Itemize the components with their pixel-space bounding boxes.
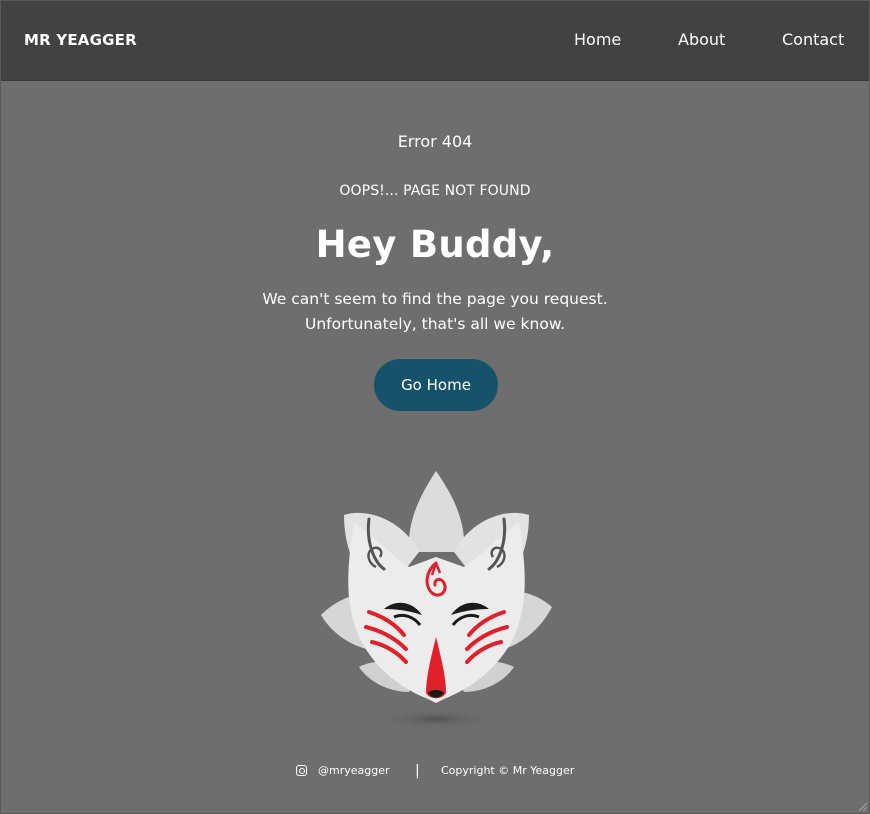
page: MR YEAGGER Home About Contact Error 404 … xyxy=(0,0,870,814)
error-code: Error 404 xyxy=(397,132,473,151)
resize-grip-icon[interactable] xyxy=(856,800,868,812)
error-subtitle: OOPS!... PAGE NOT FOUND xyxy=(339,183,531,199)
instagram-icon[interactable] xyxy=(296,765,307,776)
error-message-line-2: Unfortunately, that's all we know. xyxy=(304,315,566,333)
navbar: MR YEAGGER Home About Contact xyxy=(1,1,869,81)
footer: @mryeagger | Copyright © Mr Yeagger xyxy=(1,763,869,784)
kitsune-fox-mask-icon xyxy=(321,471,552,729)
nav-link-contact[interactable]: Contact xyxy=(782,30,844,49)
footer-separator: | xyxy=(415,763,420,779)
brand-logo[interactable]: MR YEAGGER xyxy=(24,31,137,49)
copyright-text: Copyright © Mr Yeagger xyxy=(441,764,575,777)
nav-link-about[interactable]: About xyxy=(678,30,725,49)
instagram-handle-link[interactable]: @mryeagger xyxy=(318,764,390,777)
go-home-button[interactable]: Go Home xyxy=(374,359,498,411)
page-title: Hey Buddy, xyxy=(315,223,555,266)
error-message: We can't seem to find the page you reque… xyxy=(1,287,869,337)
nav-link-home[interactable]: Home xyxy=(574,30,621,49)
error-message-line-1: We can't seem to find the page you reque… xyxy=(262,290,608,308)
